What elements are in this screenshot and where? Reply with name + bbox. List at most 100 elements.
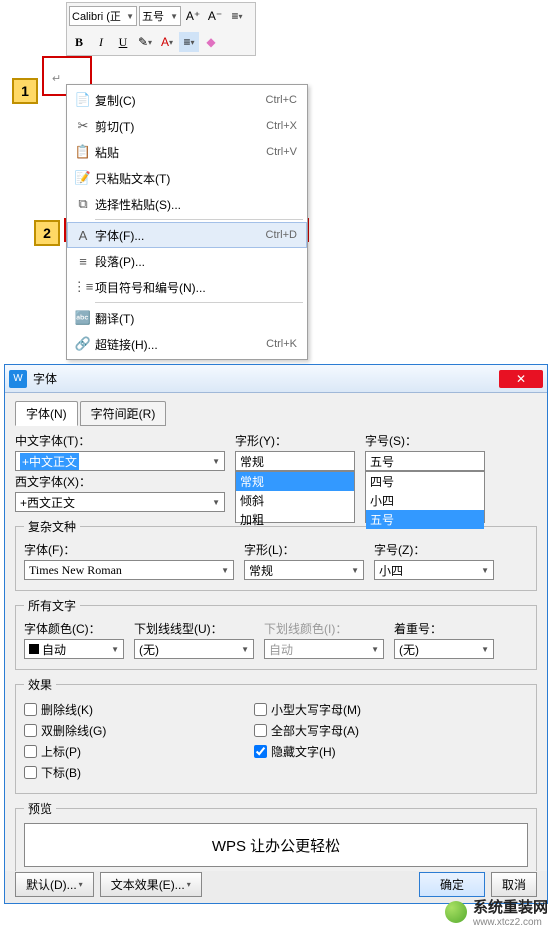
all-text-group: 所有文字 字体颜色(C)： 自动▼ 下划线线型(U)： (无)▼ 下划线颜色(I… (15, 597, 537, 670)
preview-legend: 预览 (24, 800, 56, 817)
font-dialog: W 字体 ✕ 字体(N) 字符间距(R) 中文字体(T)： +中文正文▼ 字形(… (4, 364, 548, 904)
style-option[interactable]: 加粗 (236, 510, 354, 529)
menu-label: 选择性粘贴(S)... (95, 196, 297, 213)
default-button[interactable]: 默认(D)...▾ (15, 872, 94, 897)
paragraph-icon: ≡ (71, 254, 95, 269)
menu-item-translate[interactable]: 🔤翻译(T) (67, 305, 307, 331)
underline-button[interactable]: U (113, 32, 133, 52)
callout-2: 2 (34, 220, 60, 246)
underline-color-combo: 自动▼ (264, 639, 384, 659)
size-listbox[interactable]: 四号小四五号 (365, 471, 485, 523)
menu-shortcut: Ctrl+K (266, 338, 297, 350)
effects-group: 效果 删除线(K) 双删除线(G) 上标(P) 下标(B) 小型大写字母(M) … (15, 676, 537, 794)
underline-style-combo[interactable]: (无)▼ (134, 639, 254, 659)
underline-color-label: 下划线颜色(I)： (264, 620, 384, 637)
style-input[interactable]: 常规 (235, 451, 355, 471)
bold-button[interactable]: B (69, 32, 89, 52)
italic-button[interactable]: I (91, 32, 111, 52)
menu-item-bullets[interactable]: ⋮≡项目符号和编号(N)... (67, 274, 307, 300)
callout-1: 1 (12, 78, 38, 104)
checkbox-subscript[interactable]: 下标(B) (24, 764, 244, 781)
font-size-combo[interactable]: 五号 ▼ (139, 6, 181, 26)
watermark-logo-icon (445, 901, 467, 923)
tab-font[interactable]: 字体(N) (15, 401, 78, 426)
line-spacing-button[interactable]: ≡▾ (227, 6, 247, 26)
style-listbox[interactable]: 常规倾斜加粗 (235, 471, 355, 523)
font-size-value: 五号 (142, 8, 164, 24)
dialog-titlebar[interactable]: W 字体 ✕ (5, 365, 547, 393)
cut-icon: ✂ (71, 118, 95, 134)
complex-style-label: 字形(L)： (244, 541, 364, 558)
menu-item-cut[interactable]: ✂剪切(T)Ctrl+X (67, 113, 307, 139)
menu-label: 项目符号和编号(N)... (95, 279, 297, 296)
font-color-combo[interactable]: 自动▼ (24, 639, 124, 659)
size-option[interactable]: 五号 (366, 510, 484, 529)
style-label: 字形(Y)： (235, 432, 355, 449)
complex-font-label: 字体(F)： (24, 541, 234, 558)
menu-item-paste-special[interactable]: ⧉选择性粘贴(S)... (67, 191, 307, 217)
complex-legend: 复杂文种 (24, 518, 80, 535)
ok-button[interactable]: 确定 (419, 872, 485, 897)
menu-label: 只粘贴文本(T) (95, 170, 297, 187)
close-button[interactable]: ✕ (499, 370, 543, 388)
paste-special-icon: ⧉ (71, 196, 95, 212)
clear-format-button[interactable]: ◆ (201, 32, 221, 52)
grow-font-button[interactable]: A⁺ (183, 6, 203, 26)
checkbox-strike[interactable]: 删除线(K) (24, 701, 244, 718)
cancel-button[interactable]: 取消 (491, 872, 537, 897)
menu-label: 翻译(T) (95, 310, 297, 327)
shrink-font-button[interactable]: A⁻ (205, 6, 225, 26)
preview-box: WPS 让办公更轻松 (24, 823, 528, 867)
dialog-title: 字体 (33, 370, 499, 387)
separator (95, 302, 303, 303)
watermark: 系统重装网 www.xtcz2.com (445, 896, 548, 928)
complex-font-combo[interactable]: Times New Roman▼ (24, 560, 234, 580)
menu-item-paragraph[interactable]: ≡段落(P)... (67, 248, 307, 274)
menu-label: 字体(F)... (95, 227, 266, 244)
checkbox-superscript[interactable]: 上标(P) (24, 743, 244, 760)
menu-shortcut: Ctrl+X (266, 120, 297, 132)
menu-item-paste-text[interactable]: 📝只粘贴文本(T) (67, 165, 307, 191)
latin-font-label: 西文字体(X)： (15, 473, 225, 490)
align-button[interactable]: ≡▾ (179, 32, 199, 52)
checkbox-double-strike[interactable]: 双删除线(G) (24, 722, 244, 739)
emphasis-combo[interactable]: (无)▼ (394, 639, 494, 659)
cjk-font-combo[interactable]: +中文正文▼ (15, 451, 225, 471)
text-effects-button[interactable]: 文本效果(E)...▾ (100, 872, 202, 897)
underline-style-label: 下划线线型(U)： (134, 620, 254, 637)
translate-icon: 🔤 (71, 310, 95, 326)
latin-font-combo[interactable]: +西文正文▼ (15, 492, 225, 512)
style-option[interactable]: 倾斜 (236, 491, 354, 510)
style-option[interactable]: 常规 (236, 472, 354, 491)
chevron-down-icon: ▼ (170, 12, 178, 21)
font-name-value: Calibri (正 (72, 8, 121, 24)
font-color-button[interactable]: A▾ (157, 32, 177, 52)
font-name-combo[interactable]: Calibri (正▼ (69, 6, 137, 26)
menu-item-hyperlink[interactable]: 🔗超链接(H)...Ctrl+K (67, 331, 307, 357)
cjk-font-label: 中文字体(T)： (15, 432, 225, 449)
menu-item-paste[interactable]: 📋粘贴Ctrl+V (67, 139, 307, 165)
separator (95, 219, 303, 220)
size-input[interactable]: 五号 (365, 451, 485, 471)
menu-item-font[interactable]: A字体(F)...Ctrl+D (67, 222, 307, 248)
menu-shortcut: Ctrl+D (266, 229, 297, 241)
menu-shortcut: Ctrl+C (266, 94, 297, 106)
context-menu: 📄复制(C)Ctrl+C✂剪切(T)Ctrl+X📋粘贴Ctrl+V📝只粘贴文本(… (66, 84, 308, 360)
emphasis-label: 着重号： (394, 620, 494, 637)
size-option[interactable]: 小四 (366, 491, 484, 510)
app-icon: W (9, 370, 27, 388)
menu-label: 超链接(H)... (95, 336, 266, 353)
menu-label: 复制(C) (95, 92, 266, 109)
tab-spacing[interactable]: 字符间距(R) (80, 401, 167, 426)
complex-size-combo[interactable]: 小四▼ (374, 560, 494, 580)
checkbox-allcaps[interactable]: 全部大写字母(A) (254, 722, 474, 739)
highlight-button[interactable]: ✎▾ (135, 32, 155, 52)
checkbox-hidden[interactable]: 隐藏文字(H) (254, 743, 474, 760)
bullets-icon: ⋮≡ (71, 279, 95, 295)
size-option[interactable]: 四号 (366, 472, 484, 491)
copy-icon: 📄 (71, 92, 95, 108)
complex-style-combo[interactable]: 常规▼ (244, 560, 364, 580)
menu-shortcut: Ctrl+V (266, 146, 297, 158)
checkbox-smallcaps[interactable]: 小型大写字母(M) (254, 701, 474, 718)
menu-item-copy[interactable]: 📄复制(C)Ctrl+C (67, 87, 307, 113)
